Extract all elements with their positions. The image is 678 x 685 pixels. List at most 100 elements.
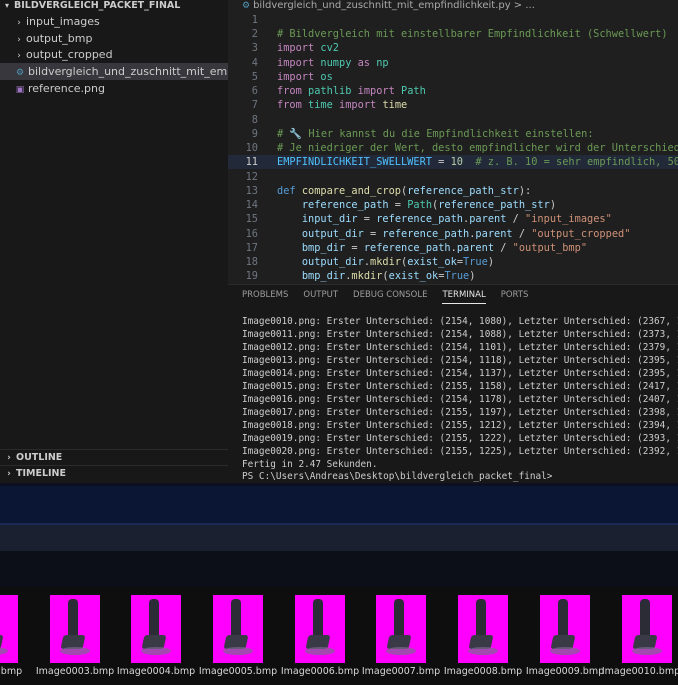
tab-output[interactable]: OUTPUT [303, 290, 338, 303]
code-line[interactable]: 13 def compare_and_crop(reference_path_st… [228, 184, 532, 198]
code-line[interactable]: 4 import numpy as np [228, 56, 389, 70]
terminal-line: Image0015.png: Erster Unterschied: (2155… [242, 381, 678, 392]
thumbnail-label: Image0007.bmp [361, 666, 441, 677]
explorer-root-header[interactable]: ▾ BILDVERGLEICH_PACKET_FINAL [0, 0, 228, 12]
code-text: bmp_dir.mkdir(exist_ok=True) [301, 270, 476, 282]
tree-item-label: bildvergleich_und_zuschnitt_mit_empfindl… [28, 65, 228, 78]
tab-debug-console[interactable]: DEBUG CONSOLE [353, 290, 427, 303]
line-number: 4 [251, 57, 258, 69]
code-text: output_dir.mkdir(exist_ok=True) [301, 256, 495, 268]
code-line[interactable]: 5 import os [228, 70, 333, 84]
chevron-down-icon: ▾ [4, 1, 9, 10]
line-number: 9 [251, 128, 258, 140]
line-number: 18 [245, 256, 258, 268]
breadcrumb[interactable]: ⚙ bildvergleich_und_zuschnitt_mit_empfind… [228, 0, 535, 12]
code-line[interactable]: 3 import cv2 [228, 41, 339, 55]
code-line[interactable]: 1 [228, 13, 258, 27]
code-line[interactable]: 9 # 🔧 Hier kannst du die Empfindlichkeit … [228, 127, 594, 141]
outline-section[interactable]: › OUTLINE [0, 449, 228, 466]
tree-item-label: output_cropped [26, 48, 113, 61]
code-text: output_dir = reference_path.parent / "ou… [301, 228, 631, 240]
tree-file-python-script[interactable]: ⚙bildvergleich_und_zuschnitt_mit_empfind… [0, 63, 228, 80]
code-text: from pathlib import Path [277, 85, 426, 97]
thumbnail[interactable] [131, 595, 181, 663]
thumbnail-label: Image0004.bmp [116, 666, 196, 677]
tree-folder-input-images[interactable]: › input_images [0, 13, 228, 30]
tab-ports[interactable]: PORTS [501, 290, 529, 303]
tab-problems[interactable]: PROBLEMS [242, 290, 288, 303]
explorer-sidebar: ▾ BILDVERGLEICH_PACKET_FINAL › input_image… [0, 0, 229, 483]
chevron-right-icon: › [7, 469, 11, 479]
line-number: 3 [251, 42, 258, 54]
thumbnail[interactable] [540, 595, 590, 663]
line-number: 16 [245, 228, 258, 240]
code-line[interactable]: 8 [228, 113, 258, 127]
terminal-line: Fertig in 2.47 Sekunden. [242, 459, 378, 470]
terminal-line: Image0017.png: Erster Unterschied: (2155… [242, 407, 678, 418]
code-line[interactable]: 7 from time import time [228, 98, 407, 112]
vscode-window: ▾ BILDVERGLEICH_PACKET_FINAL › input_image… [0, 0, 678, 483]
breadcrumb-path: bildvergleich_und_zuschnitt_mit_empfindl… [253, 0, 535, 11]
code-text: import os [277, 71, 333, 83]
terminal-line: Image0019.png: Erster Unterschied: (2155… [242, 433, 678, 444]
code-line[interactable]: 14 reference_path = Path(reference_path_… [228, 198, 556, 212]
line-number: 7 [251, 99, 258, 111]
thumbnail[interactable] [622, 595, 672, 663]
line-number: 11 [245, 156, 258, 168]
code-text: EMPFINDLICHKEIT_SWELLWERT = 10 # z. B. 1… [277, 156, 678, 168]
tree-folder-output-bmp[interactable]: › output_bmp [0, 30, 228, 47]
thumbnail-label: Image0003.bmp [35, 666, 115, 677]
code-text: bmp_dir = reference_path.parent / "outpu… [301, 242, 588, 254]
timeline-section[interactable]: › TIMELINE [0, 465, 228, 482]
thumbnail[interactable] [295, 595, 345, 663]
chevron-right-icon: › [17, 35, 21, 45]
code-line[interactable]: 17 bmp_dir = reference_path.parent / "ou… [228, 241, 587, 255]
code-text: import numpy as np [277, 57, 389, 69]
tree-file-reference-png[interactable]: ▣ reference.png [0, 80, 228, 97]
code-line[interactable]: 12 [228, 170, 258, 184]
tab-terminal[interactable]: TERMINAL [442, 290, 486, 304]
python-file-icon: ⚙ [15, 68, 25, 78]
terminal-prompt[interactable]: PS C:\Users\Andreas\Desktop\bildvergleic… [242, 471, 552, 483]
code-line[interactable]: 16 output_dir = reference_path.parent / … [228, 227, 631, 241]
line-number: 19 [245, 270, 258, 282]
code-line[interactable]: 15 input_dir = reference_path.parent / "… [228, 212, 612, 226]
timeline-label: TIMELINE [16, 468, 66, 479]
thumbnail-label: Image0005.bmp [198, 666, 278, 677]
image-file-icon: ▣ [15, 85, 25, 95]
line-number: 13 [245, 185, 258, 197]
tree-item-label: input_images [26, 15, 100, 28]
python-file-icon: ⚙ [242, 1, 251, 11]
background-window-toolbar [0, 525, 678, 551]
thumbnail[interactable] [376, 595, 426, 663]
thumbnail-label: Image0008.bmp [443, 666, 523, 677]
thumbnail-label: Image0006.bmp [280, 666, 360, 677]
code-text: from time import time [277, 99, 408, 111]
tree-item-label: reference.png [28, 82, 105, 95]
chevron-right-icon: › [17, 51, 21, 61]
code-line[interactable]: 10 # Je niedriger der Wert, desto empfind… [228, 141, 678, 155]
terminal-line: Image0012.png: Erster Unterschied: (2154… [242, 342, 678, 353]
thumbnail[interactable] [50, 595, 100, 663]
code-line[interactable]: 6 from pathlib import Path [228, 84, 426, 98]
code-editor[interactable]: ⚙ bildvergleich_und_zuschnitt_mit_empfind… [228, 0, 678, 284]
line-number: 6 [251, 85, 258, 97]
code-text: reference_path = Path(reference_path_str… [301, 199, 557, 211]
line-number: 10 [245, 142, 258, 154]
code-line[interactable]: 19 bmp_dir.mkdir(exist_ok=True) [228, 269, 476, 283]
terminal-line: Image0016.png: Erster Unterschied: (2154… [242, 394, 678, 405]
background-window-titlebar [0, 486, 678, 523]
terminal-line: Image0010.png: Erster Unterschied: (2154… [242, 316, 678, 327]
terminal-line: Image0011.png: Erster Unterschied: (2154… [242, 329, 678, 340]
line-number: 14 [245, 199, 258, 211]
code-line-active[interactable]: 11 EMPFINDLICHKEIT_SWELLWERT = 10 # z. B.… [228, 155, 678, 170]
tree-folder-output-cropped[interactable]: › output_cropped [0, 46, 228, 63]
thumbnail[interactable] [213, 595, 263, 663]
terminal-line: Image0013.png: Erster Unterschied: (2154… [242, 355, 678, 366]
code-line[interactable]: 18 output_dir.mkdir(exist_ok=True) [228, 255, 494, 269]
thumbnail[interactable] [458, 595, 508, 663]
code-line[interactable]: 2 # Bildvergleich mit einstellbarer Empfi… [228, 27, 668, 41]
terminal-line: Image0018.png: Erster Unterschied: (2155… [242, 420, 678, 431]
line-number: 1 [251, 14, 258, 26]
thumbnail[interactable] [0, 595, 18, 663]
